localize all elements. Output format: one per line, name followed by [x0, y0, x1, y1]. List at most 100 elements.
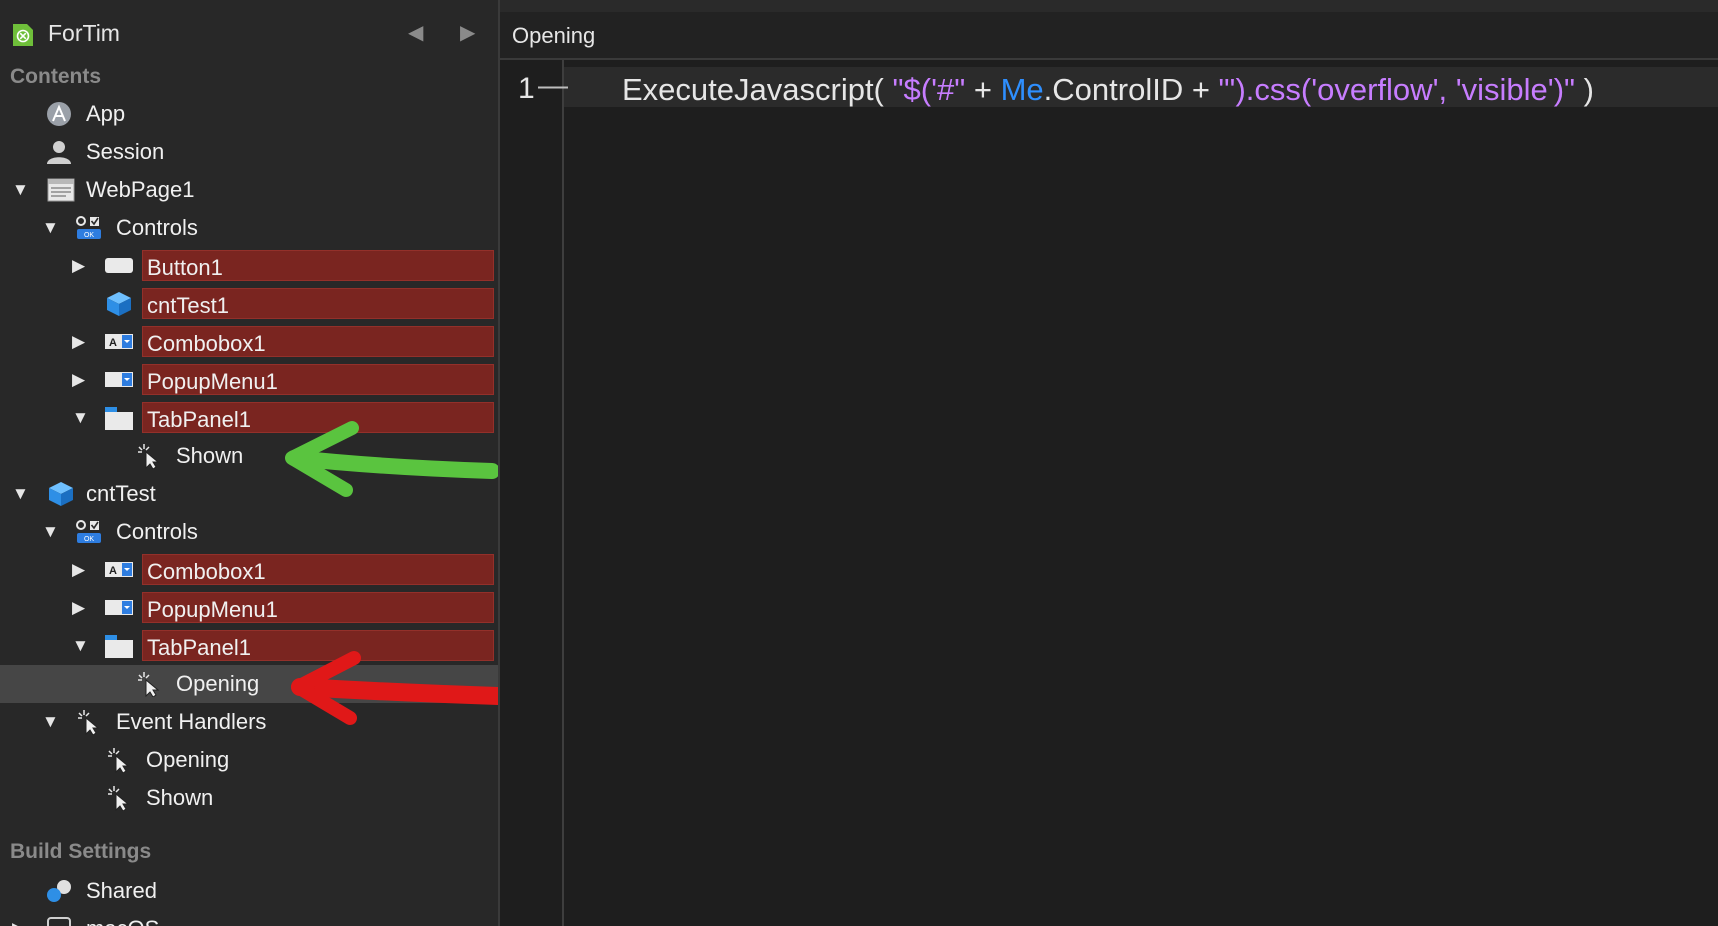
container-cube-icon: [107, 292, 131, 316]
sidebar-item-label: PopupMenu1: [147, 597, 278, 622]
macos-checkbox-icon: [47, 917, 71, 926]
code-editor[interactable]: 1 — ExecuteJavascript( "$('#" + Me.Contr…: [500, 60, 1718, 926]
sidebar-item-button1[interactable]: ▶ Button1: [0, 247, 498, 285]
combobox-icon: A: [105, 334, 133, 349]
controls-icon: OK: [76, 520, 101, 543]
disclosure-open-icon[interactable]: ▼: [42, 522, 59, 542]
highlight-box: Button1: [142, 250, 494, 281]
code-line[interactable]: 1 — ExecuteJavascript( "$('#" + Me.Contr…: [500, 67, 1718, 107]
back-arrow-icon[interactable]: ◀: [408, 20, 423, 45]
code-text[interactable]: ExecuteJavascript( "$('#" + Me.ControlID…: [622, 72, 1594, 108]
code-token: ): [1575, 72, 1594, 107]
event-cursor-icon: [108, 748, 130, 773]
sidebar-item-label: cntTest1: [147, 293, 229, 318]
forward-arrow-icon[interactable]: ▶: [460, 20, 475, 45]
svg-text:A: A: [109, 565, 117, 577]
sidebar-item-label: Session: [86, 139, 165, 164]
sidebar-item-label: Shared: [86, 878, 157, 903]
tab-panel-icon: [105, 635, 133, 658]
project-title: ForTim: [48, 20, 120, 46]
disclosure-open-icon[interactable]: ▼: [72, 408, 89, 428]
tab-panel-icon: [105, 407, 133, 430]
highlight-box: PopupMenu1: [142, 364, 494, 395]
sidebar-item-label: Event Handlers: [116, 709, 267, 734]
code-string-token: "$('#": [892, 72, 966, 107]
sidebar-item-session[interactable]: Session: [0, 133, 498, 171]
project-icon: [13, 24, 33, 46]
build-settings-section-header: Build Settings: [10, 840, 152, 863]
sidebar-item-handler-shown[interactable]: Shown: [0, 779, 498, 817]
sidebar-item-label: TabPanel1: [147, 407, 251, 432]
disclosure-open-icon[interactable]: ▼: [42, 712, 59, 732]
disclosure-closed-icon[interactable]: ▶: [12, 919, 25, 926]
disclosure-closed-icon[interactable]: ▶: [72, 370, 85, 390]
sidebar-item-label: Shown: [146, 785, 214, 810]
disclosure-open-icon[interactable]: ▼: [42, 218, 59, 238]
navigator-sidebar: ForTim ◀ ▶ Contents App Session ▼ WebPag…: [0, 0, 500, 926]
person-icon: [47, 141, 71, 164]
disclosure-closed-icon[interactable]: ▶: [72, 332, 85, 352]
sidebar-item-label: Button1: [147, 255, 223, 280]
highlight-box: cntTest1: [142, 288, 494, 319]
event-cursor-icon: [78, 710, 100, 735]
app-icon: [47, 102, 71, 126]
sidebar-item-label: Opening: [146, 747, 230, 772]
sidebar-item-label: TabPanel1: [147, 635, 251, 660]
sidebar-item-label: PopupMenu1: [147, 369, 278, 394]
sidebar-item-app[interactable]: App: [0, 95, 498, 133]
disclosure-open-icon[interactable]: ▼: [72, 636, 89, 656]
sidebar-item-label: WebPage1: [86, 177, 195, 202]
fold-indicator: —: [538, 69, 568, 102]
sidebar-item-label: Controls: [116, 215, 198, 240]
popup-menu-icon: [105, 372, 133, 387]
editor-tab-bar: Opening: [500, 12, 1718, 60]
sidebar-item-label: App: [86, 101, 126, 126]
svg-text:A: A: [109, 337, 117, 349]
sidebar-item-popupmenu1[interactable]: ▶ PopupMenu1: [0, 361, 498, 399]
svg-text:OK: OK: [84, 232, 94, 239]
code-token: +: [965, 72, 1001, 107]
code-token: .ControlID +: [1043, 72, 1219, 107]
event-cursor-icon: [138, 672, 160, 697]
disclosure-closed-icon[interactable]: ▶: [72, 598, 85, 618]
combobox-icon: A: [105, 562, 133, 577]
code-token: ExecuteJavascript(: [622, 72, 893, 107]
sidebar-item-webpage-controls[interactable]: ▼ OK Controls: [0, 209, 498, 247]
sidebar-item-webpage1[interactable]: ▼ WebPage1: [0, 171, 498, 209]
sidebar-item-combobox1[interactable]: ▶ A Combobox1: [0, 551, 498, 589]
sidebar-item-cnttest-controls[interactable]: ▼ OK Controls: [0, 513, 498, 551]
button-control-icon: [105, 258, 133, 273]
shared-settings-icon: [47, 880, 71, 902]
sidebar-item-label: Opening: [176, 671, 260, 696]
disclosure-open-icon[interactable]: ▼: [12, 484, 29, 504]
sidebar-item-macos[interactable]: ▶ macOS: [0, 910, 498, 926]
contents-section-header: Contents: [10, 65, 101, 88]
sidebar-item-label: Combobox1: [147, 331, 266, 356]
editor-method-title: Opening: [512, 23, 596, 48]
event-cursor-icon: [138, 444, 160, 469]
sidebar-item-shared[interactable]: Shared: [0, 872, 498, 910]
line-number: 1: [518, 72, 535, 105]
container-cube-icon: [49, 482, 73, 506]
sidebar-item-cnttest1[interactable]: cntTest1: [0, 285, 498, 323]
sidebar-item-label: cntTest: [86, 481, 156, 506]
sidebar-item-combobox1[interactable]: ▶ A Combobox1: [0, 323, 498, 361]
sidebar-item-popupmenu1[interactable]: ▶ PopupMenu1: [0, 589, 498, 627]
code-string-token: "').css('overflow', 'visible')": [1218, 72, 1576, 107]
code-keyword-token: Me: [1000, 72, 1044, 107]
disclosure-open-icon[interactable]: ▼: [12, 180, 29, 200]
event-cursor-icon: [108, 786, 130, 811]
sidebar-item-label: Combobox1: [147, 559, 266, 584]
line-number-gutter: [500, 60, 564, 926]
popup-menu-icon: [105, 600, 133, 615]
red-annotation-arrow: [291, 651, 498, 725]
highlight-box: Combobox1: [142, 554, 494, 585]
controls-icon: OK: [76, 216, 101, 239]
project-header: ForTim ◀ ▶: [0, 14, 498, 54]
highlight-box: Combobox1: [142, 326, 494, 357]
green-annotation-arrow: [285, 421, 498, 497]
disclosure-closed-icon[interactable]: ▶: [72, 256, 85, 276]
svg-text:OK: OK: [84, 536, 94, 543]
disclosure-closed-icon[interactable]: ▶: [72, 560, 85, 580]
sidebar-item-handler-opening[interactable]: Opening: [0, 741, 498, 779]
